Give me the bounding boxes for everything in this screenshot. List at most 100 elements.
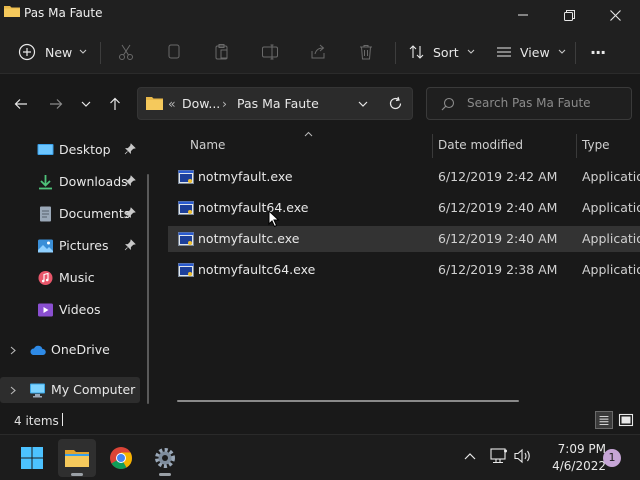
view-icon — [497, 47, 511, 57]
sidebar-scrollbar[interactable] — [147, 174, 149, 404]
notification-badge[interactable]: 1 — [603, 449, 621, 467]
pin-icon[interactable] — [124, 239, 136, 251]
restore-button[interactable] — [546, 0, 592, 30]
column-header-date[interactable]: Date modified — [438, 138, 523, 162]
refresh-icon[interactable] — [388, 96, 403, 111]
pin-icon[interactable] — [124, 207, 136, 219]
search-input[interactable]: Search Pas Ma Faute — [426, 87, 632, 120]
breadcrumb-current[interactable]: Pas Ma Faute — [237, 96, 319, 111]
column-divider[interactable] — [432, 134, 433, 158]
sidebar-item-music[interactable]: Music — [0, 265, 140, 291]
active-app-indicator — [159, 473, 171, 476]
desktop-icon — [37, 144, 54, 155]
chevron-right-icon[interactable] — [10, 386, 16, 395]
documents-icon — [40, 206, 51, 222]
start-button[interactable] — [13, 439, 51, 477]
restore-icon — [563, 9, 575, 21]
clock-date: 4/6/2022 — [552, 459, 606, 473]
toolbar-divider — [100, 42, 101, 64]
toolbar-divider — [395, 42, 396, 64]
chevron-down-icon[interactable] — [358, 101, 368, 108]
pin-icon[interactable] — [124, 175, 136, 187]
breadcrumb-separator: › — [222, 96, 227, 111]
chevron-right-icon[interactable] — [10, 346, 16, 355]
pin-icon[interactable] — [124, 143, 136, 155]
executable-icon — [178, 201, 194, 215]
up-button[interactable] — [105, 94, 125, 114]
horizontal-scrollbar[interactable] — [177, 400, 519, 402]
chrome-icon — [110, 447, 132, 469]
sidebar-item-downloads[interactable]: Downloads — [0, 169, 140, 195]
pictures-icon — [38, 239, 53, 253]
executable-icon — [178, 232, 194, 246]
folder-icon — [4, 6, 20, 17]
videos-icon — [38, 303, 53, 317]
sort-button[interactable]: Sort — [409, 38, 475, 66]
chevron-down-icon — [467, 49, 475, 54]
paste-button[interactable] — [213, 38, 231, 66]
sort-label: Sort — [433, 44, 459, 60]
table-row[interactable]: notmyfault64.exe 6/12/2019 2:40 AM Appli… — [168, 195, 640, 221]
column-header-type[interactable]: Type — [582, 138, 610, 162]
copy-icon — [168, 44, 180, 59]
table-row[interactable]: notmyfaultc.exe 6/12/2019 2:40 AM Applic… — [168, 226, 640, 252]
table-row[interactable]: notmyfault.exe 6/12/2019 2:42 AM Applica… — [168, 164, 640, 190]
sidebar-item-label: OneDrive — [51, 342, 110, 357]
new-button[interactable]: New — [18, 38, 87, 66]
chevron-down-icon — [558, 49, 566, 54]
sidebar-item-my-computer[interactable]: My Computer — [0, 377, 140, 403]
sidebar-item-videos[interactable]: Videos — [0, 297, 140, 323]
scissors-icon — [119, 44, 133, 60]
chevron-up-icon[interactable] — [464, 452, 476, 460]
taskbar-file-explorer[interactable] — [58, 439, 96, 477]
taskbar-settings[interactable] — [146, 439, 184, 477]
forward-button[interactable] — [46, 94, 66, 114]
table-row[interactable]: notmyfaultc64.exe 6/12/2019 2:38 AM Appl… — [168, 257, 640, 283]
copy-button[interactable] — [165, 38, 183, 66]
rename-button[interactable] — [261, 38, 279, 66]
arrow-left-icon — [14, 99, 27, 109]
tiles-view-icon[interactable] — [617, 411, 635, 429]
file-list: Name Date modified Type notmyfault.exe 6… — [158, 131, 640, 406]
breadcrumb-overflow[interactable]: « — [168, 96, 176, 111]
address-bar[interactable]: « Dow... › Pas Ma Faute — [137, 87, 413, 120]
column-divider[interactable] — [576, 134, 577, 158]
clock[interactable]: 7:09 PM 4/6/2022 — [540, 441, 606, 475]
taskbar-chrome[interactable] — [102, 439, 140, 477]
sidebar-item-desktop[interactable]: Desktop — [0, 137, 140, 163]
details-view-icon[interactable] — [595, 411, 613, 429]
download-icon — [39, 175, 52, 190]
view-button[interactable]: View — [496, 38, 566, 66]
delete-button[interactable] — [357, 38, 375, 66]
file-date: 6/12/2019 2:40 AM — [438, 200, 558, 215]
recent-locations-button[interactable] — [76, 94, 96, 114]
file-name: notmyfault.exe — [198, 169, 293, 184]
trash-icon — [360, 45, 372, 60]
navigation-pane: Desktop Downloads Documents Pictures Mus… — [0, 134, 150, 406]
sidebar-item-pictures[interactable]: Pictures — [0, 233, 140, 259]
status-divider — [62, 413, 63, 426]
cloud-icon — [30, 345, 46, 355]
minimize-button[interactable] — [500, 0, 546, 30]
close-button[interactable] — [592, 0, 638, 30]
view-label: View — [520, 44, 550, 60]
toolbar-divider — [575, 42, 576, 64]
sidebar-item-documents[interactable]: Documents — [0, 201, 140, 227]
column-header-name[interactable]: Name — [190, 138, 225, 162]
sidebar-item-onedrive[interactable]: OneDrive — [0, 337, 140, 363]
sidebar-item-label: Videos — [59, 302, 101, 317]
back-button[interactable] — [11, 94, 31, 114]
new-label: New — [45, 44, 73, 60]
mouse-cursor-icon — [268, 210, 280, 228]
sidebar-item-label: My Computer — [51, 382, 136, 397]
rename-icon — [262, 44, 278, 60]
sidebar-item-label: Pictures — [59, 238, 109, 253]
sort-icon — [409, 45, 424, 59]
network-icon[interactable] — [490, 448, 508, 464]
breadcrumb-downloads[interactable]: Dow... — [182, 96, 220, 111]
clock-time: 7:09 PM — [557, 442, 606, 456]
volume-icon[interactable] — [514, 448, 532, 464]
share-button[interactable] — [309, 38, 327, 66]
more-options-button[interactable]: ··· — [590, 38, 606, 66]
cut-button[interactable] — [117, 38, 135, 66]
